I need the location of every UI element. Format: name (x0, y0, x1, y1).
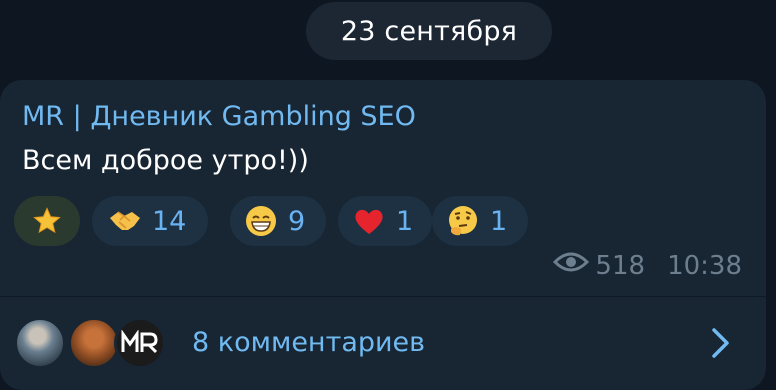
chevron-right-icon (710, 327, 732, 363)
comments-link[interactable]: 8 комментариев (0, 297, 766, 370)
avatar (14, 317, 66, 369)
message-meta: 518 10:38 (553, 250, 742, 281)
grinning-face-icon (244, 204, 278, 238)
reaction-thinking[interactable]: 1 (432, 196, 528, 246)
reaction-count: 9 (288, 205, 306, 237)
reaction-star[interactable] (14, 196, 80, 246)
thinking-face-icon (446, 204, 480, 238)
reaction-grinning[interactable]: 9 (230, 196, 326, 246)
date-separator: 23 сентября (306, 2, 552, 60)
star-icon (30, 204, 64, 238)
reaction-handshake[interactable]: 14 (92, 196, 208, 246)
reaction-count: 14 (152, 205, 187, 237)
reaction-heart[interactable]: 1 (338, 196, 432, 246)
message-text: Всем доброе утро!)) (22, 145, 309, 176)
eye-icon (553, 250, 590, 281)
reaction-count: 1 (396, 205, 414, 237)
message-author[interactable]: MR | Дневник Gambling SEO (22, 101, 416, 132)
heart-icon (352, 204, 386, 238)
reaction-count: 1 (490, 205, 508, 237)
message-time: 10:38 (667, 250, 742, 281)
avatar (114, 317, 166, 369)
view-count: 518 (595, 250, 646, 281)
comments-count: 8 комментариев (192, 327, 426, 358)
avatar (68, 317, 120, 369)
handshake-icon (108, 204, 142, 238)
